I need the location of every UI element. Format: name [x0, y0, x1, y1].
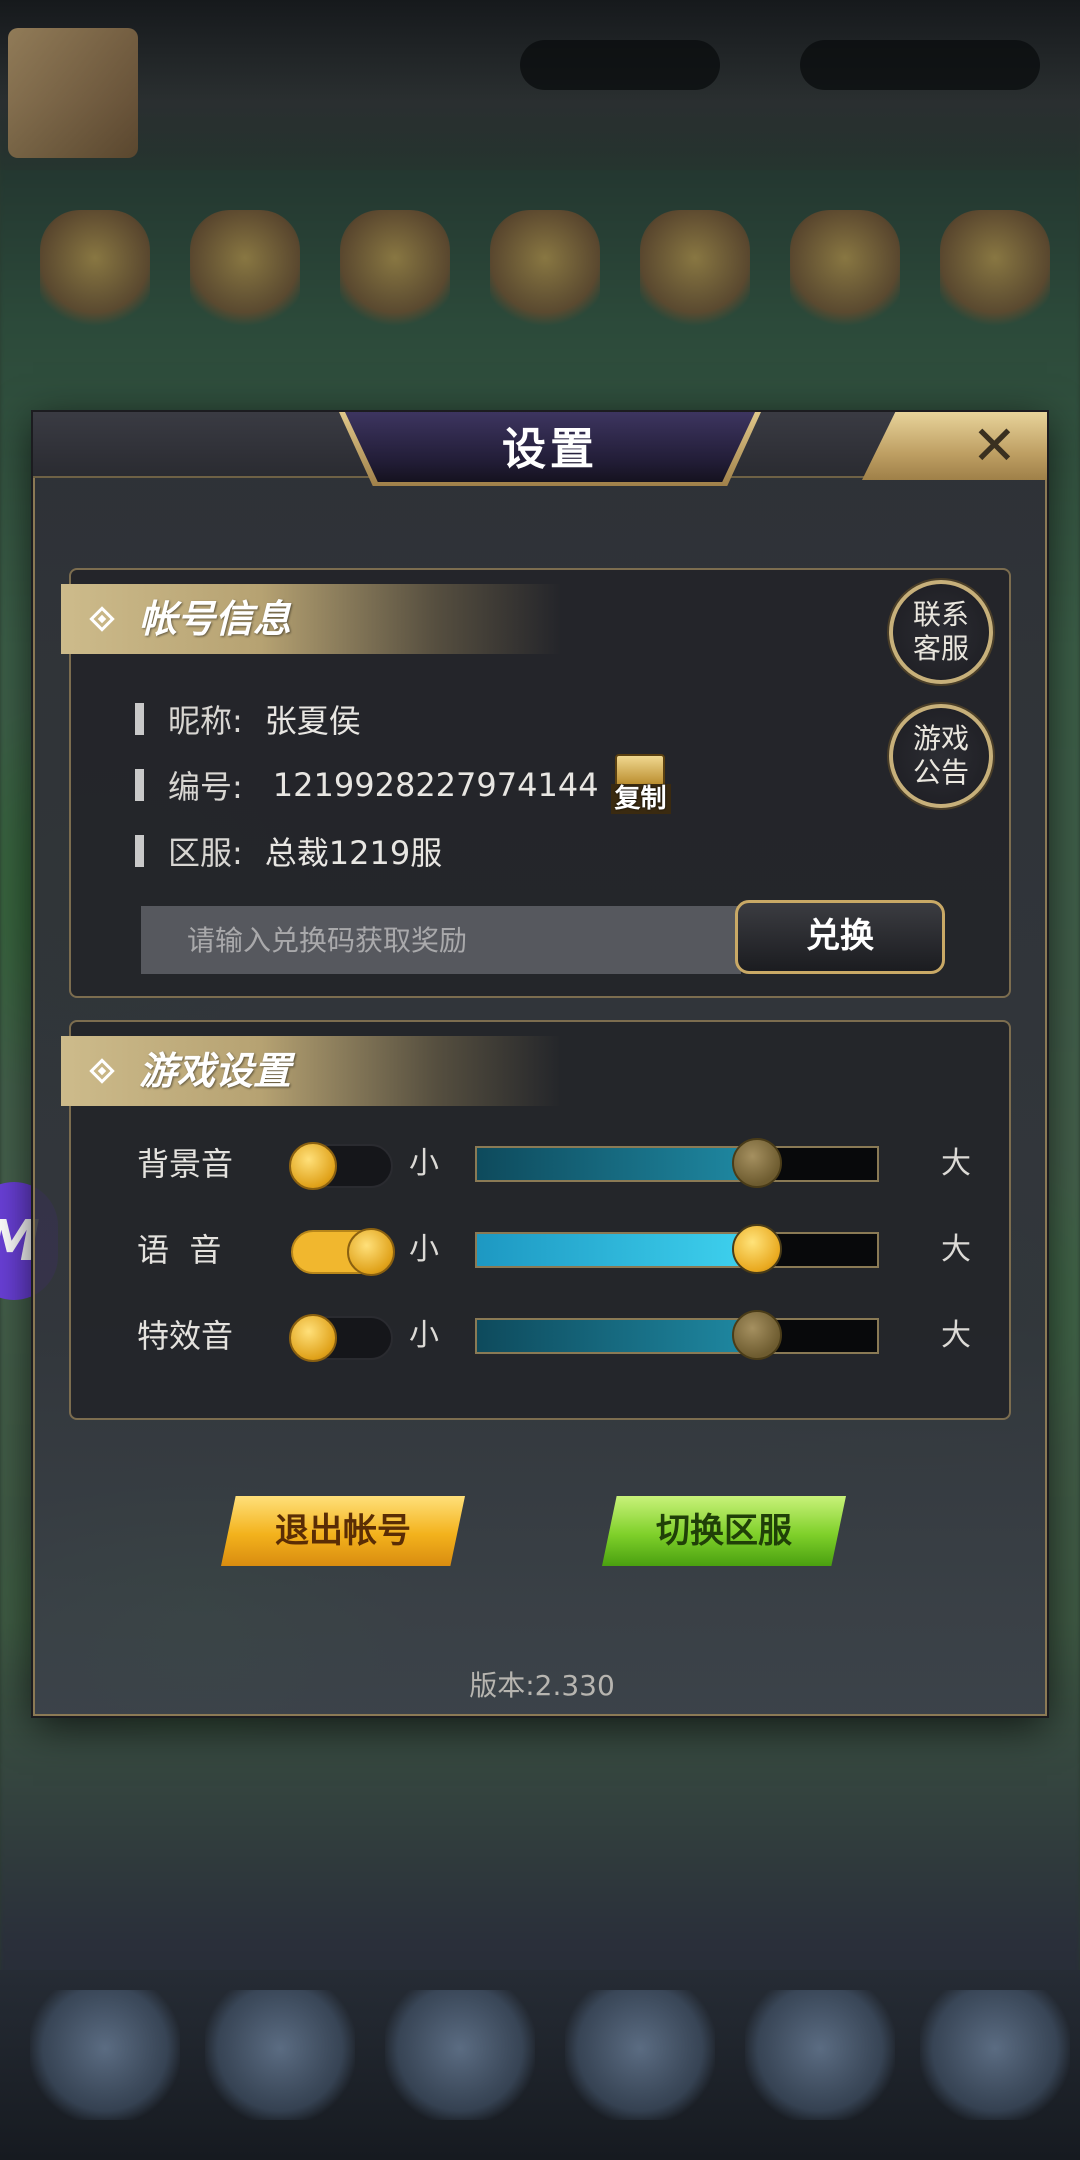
volume-max-label: 大	[941, 1232, 971, 1267]
voice-volume-slider[interactable]	[475, 1224, 879, 1274]
id-value: 1219928227974144	[272, 766, 599, 804]
server-row: 区服: 总裁1219服	[135, 826, 442, 876]
settings-dialog: 设置 ✕ 帐号信息 昵称: 张夏侯 编号: 1219928227974144 复…	[33, 412, 1047, 1716]
volume-min-label: 小	[409, 1318, 439, 1353]
player-avatar	[8, 28, 138, 158]
section-header-settings: 游戏设置	[61, 1036, 561, 1106]
sound-label: 背景音	[137, 1145, 234, 1183]
slider-thumb[interactable]	[732, 1224, 782, 1274]
redeem-button[interactable]: 兑换	[735, 900, 945, 974]
logout-button[interactable]: 退出帐号	[221, 1496, 465, 1566]
server-value: 总裁1219服	[264, 834, 443, 872]
toggle-knob[interactable]	[289, 1142, 337, 1190]
server-label: 区服:	[168, 834, 243, 872]
sfx-toggle[interactable]	[289, 1314, 393, 1362]
volume-max-label: 大	[941, 1146, 971, 1181]
volume-min-label: 小	[409, 1146, 439, 1181]
resource-pill	[800, 40, 1040, 90]
section-header-account: 帐号信息	[61, 584, 561, 654]
slider-fill	[477, 1148, 757, 1180]
toggle-knob[interactable]	[347, 1228, 395, 1276]
nickname-label: 昵称:	[168, 702, 243, 740]
copy-icon	[614, 754, 665, 788]
bgm-toggle[interactable]	[289, 1142, 393, 1190]
nickname-value: 张夏侯	[264, 702, 361, 740]
sound-label: 语 音	[137, 1231, 222, 1269]
slider-thumb[interactable]	[732, 1310, 782, 1360]
sound-row-sfx: 特效音 小 大	[71, 1306, 1013, 1366]
diamond-icon	[89, 606, 115, 632]
volume-max-label: 大	[941, 1318, 971, 1353]
bgm-volume-slider[interactable]	[475, 1138, 879, 1188]
game-bottom-nav	[0, 1970, 1080, 2160]
account-info-panel: 帐号信息 昵称: 张夏侯 编号: 1219928227974144 复制 区服:…	[61, 568, 1011, 998]
volume-min-label: 小	[409, 1232, 439, 1267]
voice-toggle[interactable]	[291, 1228, 395, 1276]
toggle-knob[interactable]	[289, 1314, 337, 1362]
game-settings-panel: 游戏设置 背景音 小 大 语 音 小 大 特效音 小 大	[61, 1020, 1013, 1420]
version-label: 版本:2.330	[469, 1669, 615, 1702]
copy-button[interactable]: 复制	[610, 754, 671, 816]
sound-row-bgm: 背景音 小 大	[71, 1134, 1013, 1194]
section-title: 游戏设置	[139, 1049, 292, 1093]
resource-pill	[520, 40, 720, 90]
contact-support-button[interactable]: 联系 客服	[889, 580, 993, 684]
redeem-code-input[interactable]	[141, 906, 741, 974]
hero-row	[40, 210, 1060, 350]
id-label: 编号:	[168, 768, 243, 806]
sfx-volume-slider[interactable]	[475, 1310, 879, 1360]
diamond-icon	[89, 1058, 115, 1084]
slider-fill	[477, 1234, 757, 1266]
section-title: 帐号信息	[139, 597, 292, 641]
id-row: 编号: 1219928227974144 复制	[135, 754, 671, 814]
close-icon: ✕	[971, 414, 1017, 477]
dialog-title: 设置	[502, 424, 598, 475]
slider-fill	[477, 1320, 757, 1352]
nickname-row: 昵称: 张夏侯	[135, 694, 361, 744]
sound-row-voice: 语 音 小 大	[71, 1220, 1013, 1280]
sound-label: 特效音	[137, 1317, 234, 1355]
game-notice-button[interactable]: 游戏 公告	[889, 704, 993, 808]
game-top-bar	[0, 0, 1080, 170]
copy-label: 复制	[610, 784, 671, 814]
slider-thumb[interactable]	[732, 1138, 782, 1188]
switch-server-button[interactable]: 切换区服	[602, 1496, 846, 1566]
